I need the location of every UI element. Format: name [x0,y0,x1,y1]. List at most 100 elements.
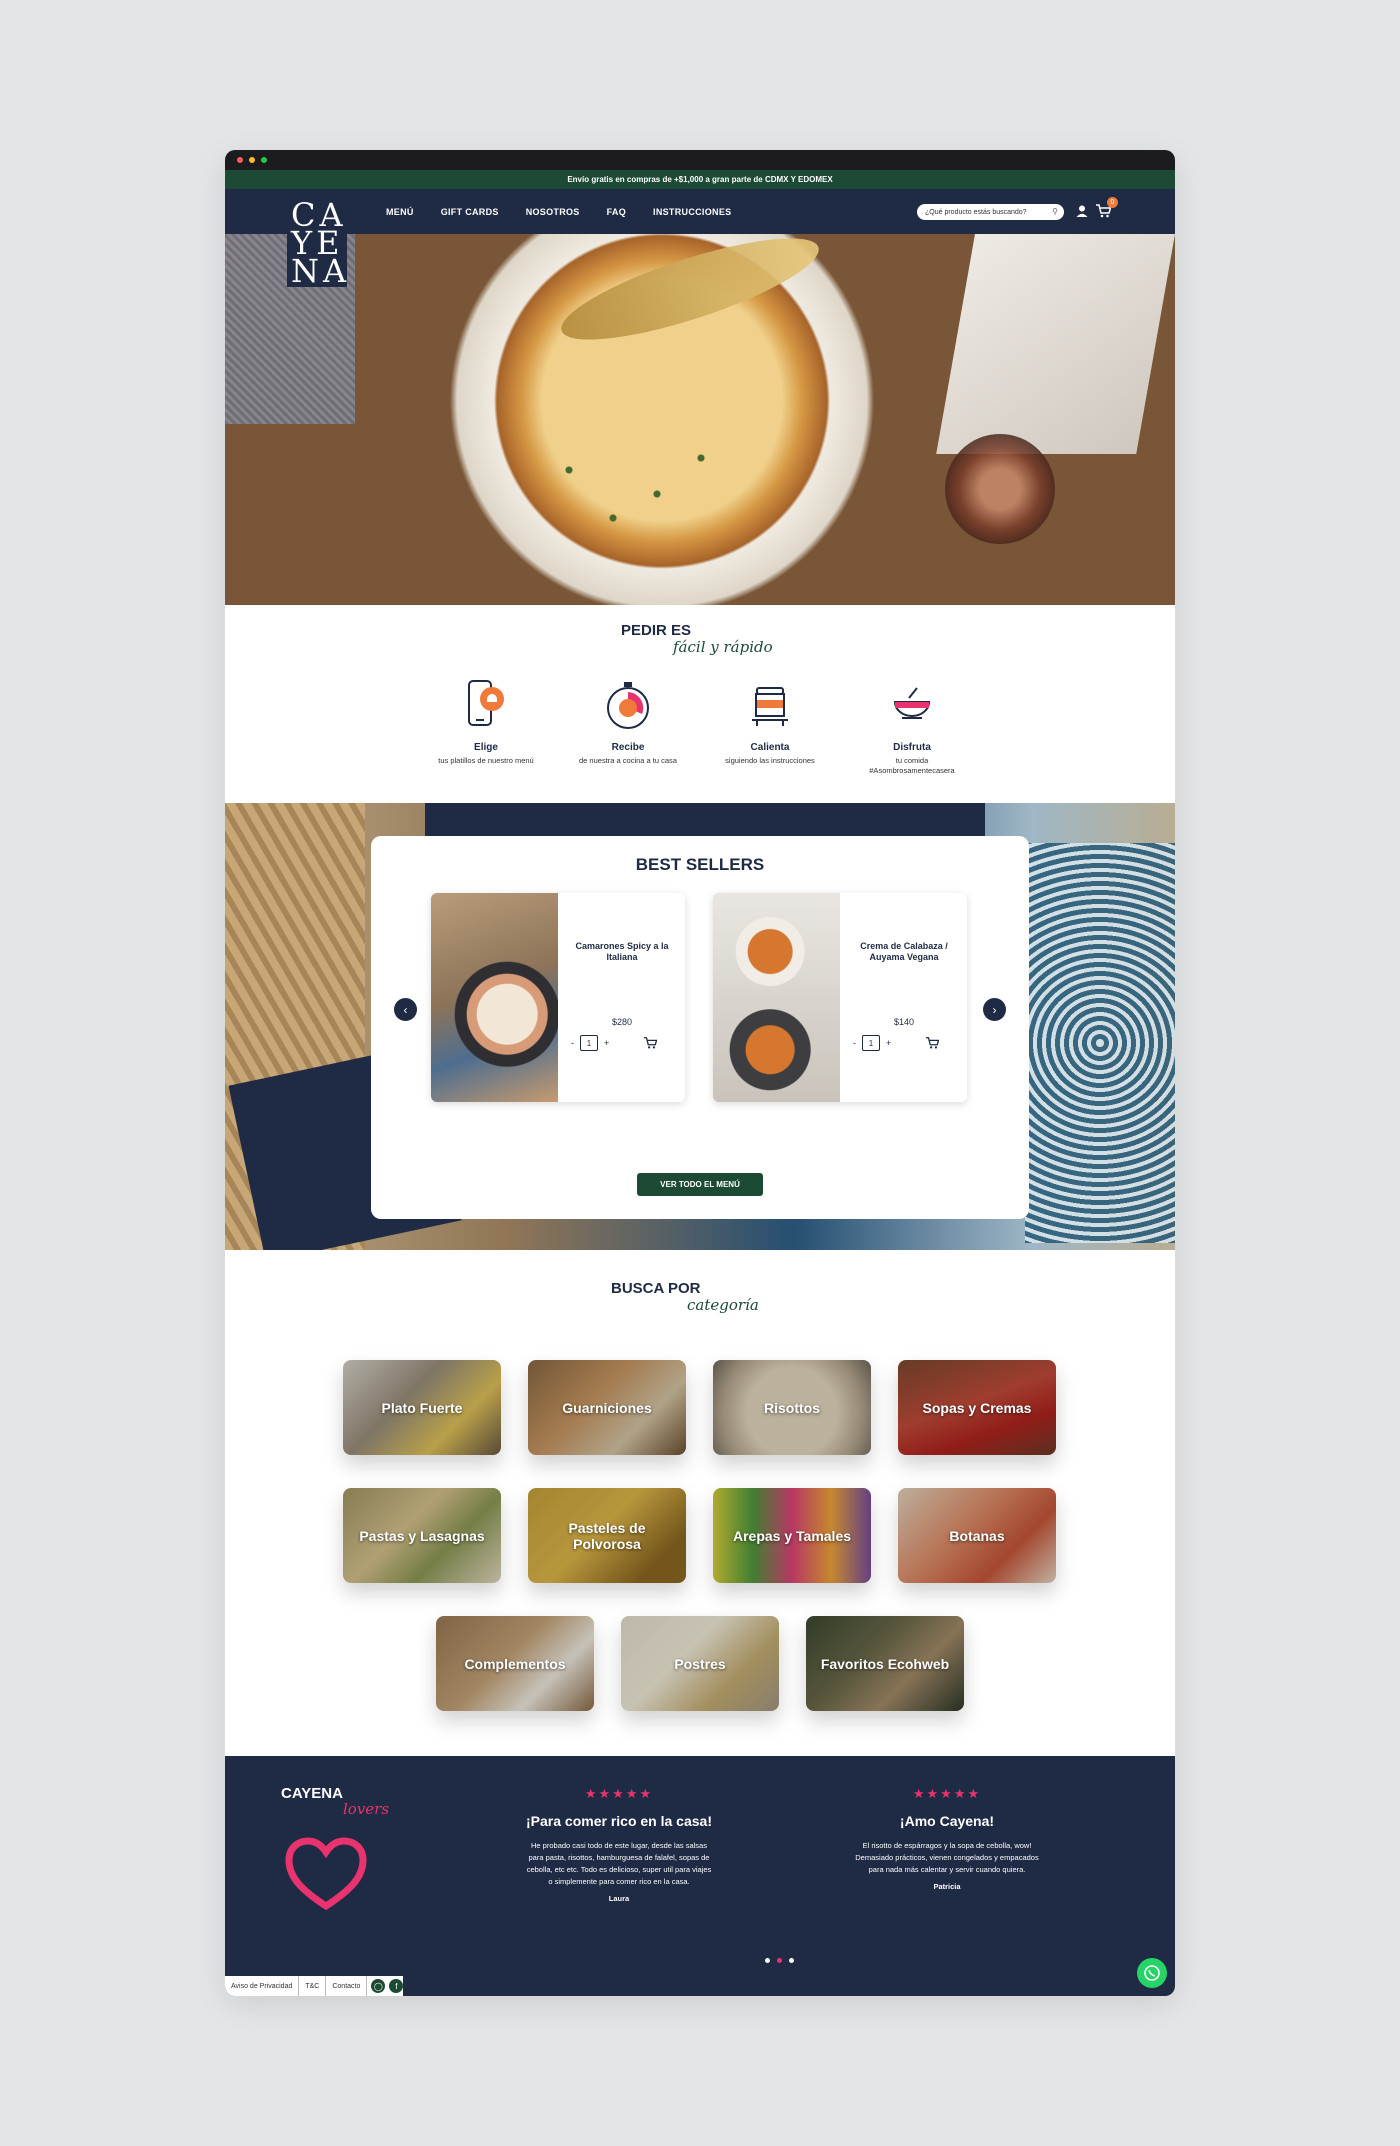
category-tile[interactable]: Postres [621,1616,779,1711]
best-sellers-section: BEST SELLERS ‹ › Camarones Spicy a la It… [225,803,1175,1250]
review-author: Laura [608,1894,630,1903]
step-elige: Elige tus platillos de nuestro menú [431,678,541,766]
product-card[interactable]: Crema de Calabaza / Auyama Vegana $140 -… [713,893,967,1102]
product-image[interactable] [431,893,558,1102]
product-name[interactable]: Crema de Calabaza / Auyama Vegana [844,941,964,963]
category-label: Pasteles de Polvorosa [528,1488,686,1583]
product-price: $140 [893,1017,915,1027]
category-label: Postres [621,1616,779,1711]
category-tile[interactable]: Sopas y Cremas [898,1360,1056,1455]
carousel-next-button[interactable]: › [983,998,1006,1021]
logo-line: NA [291,252,351,290]
product-card[interactable]: Camarones Spicy a la Italiana $280 - 1 + [431,893,685,1102]
footer-link-contact[interactable]: Contacto [326,1976,368,1996]
review-card: ★★★★★ ¡Amo Cayena! El risotto de espárra… [852,1786,1042,1891]
view-menu-button[interactable]: VER TODO EL MENÚ [637,1173,763,1196]
carousel-dot[interactable] [789,1958,794,1963]
category-label: Pastas y Lasagnas [343,1488,501,1583]
best-sellers-title: BEST SELLERS [635,855,765,874]
quantity-stepper: - 1 + [571,1035,609,1051]
maximize-dot[interactable] [261,157,267,163]
search-input[interactable]: ¿Qué producto estás buscando? ⚲ [917,204,1064,220]
category-tile[interactable]: Favoritos Ecohweb [806,1616,964,1711]
category-label: Complementos [436,1616,594,1711]
cart-count-badge: 0 [1107,197,1118,208]
add-to-cart-icon[interactable] [643,1036,657,1050]
category-tile[interactable]: Pastas y Lasagnas [343,1488,501,1583]
review-author: Patricia [933,1882,961,1891]
order-script: fácil y rápido [673,638,773,656]
search-placeholder: ¿Qué producto estás buscando? [925,208,1027,216]
close-dot[interactable] [237,157,243,163]
product-price: $280 [611,1017,633,1027]
facebook-icon[interactable]: f [389,1979,404,1993]
hero-spoon [552,234,828,360]
review-card: ★★★★★ ¡Para comer rico en la casa! He pr… [524,1786,714,1903]
carousel-dot[interactable] [777,1958,782,1963]
category-label: Plato Fuerte [343,1360,501,1455]
category-tile[interactable]: Plato Fuerte [343,1360,501,1455]
category-tile[interactable]: Guarniciones [528,1360,686,1455]
category-label: Arepas y Tamales [713,1488,871,1583]
review-stars: ★★★★★ [912,1786,982,1801]
qty-minus-button[interactable]: - [853,1038,856,1048]
search-icon[interactable]: ⚲ [1052,207,1058,216]
review-title: ¡Amo Cayena! [899,1813,995,1829]
product-name[interactable]: Camarones Spicy a la Italiana [562,941,682,963]
category-tile[interactable]: Pasteles de Polvorosa [528,1488,686,1583]
best-sellers-card: BEST SELLERS ‹ › Camarones Spicy a la It… [371,836,1029,1219]
main-menu: MENÚ GIFT CARDS NOSOTROS FAQ INSTRUCCION… [386,189,731,234]
order-steps: Elige tus platillos de nuestro menú Reci… [225,678,1175,798]
pot-icon [752,687,788,726]
step-desc: tus platillos de nuestro menú [438,756,534,765]
category-tile[interactable]: Arepas y Tamales [713,1488,871,1583]
qty-minus-button[interactable]: - [571,1038,574,1048]
nav-faq[interactable]: FAQ [607,207,626,217]
category-tile[interactable]: Complementos [436,1616,594,1711]
hero-glass [945,434,1055,544]
categories-title: BUSCA POR [611,1280,701,1297]
whatsapp-glyph-icon [1144,1965,1160,1981]
nav-gift-cards[interactable]: GIFT CARDS [441,207,499,217]
lovers-script: lovers [343,1800,390,1818]
qty-input[interactable]: 1 [862,1035,880,1051]
step-calienta: Calienta siguiendo las instrucciones [715,678,825,766]
carousel-prev-button[interactable]: ‹ [394,998,417,1021]
category-tile[interactable]: Botanas [898,1488,1056,1583]
heart-icon [285,1837,367,1911]
carousel-dot[interactable] [765,1958,770,1963]
product-image[interactable] [713,893,840,1102]
review-body: He probado casi todo de este lugar, desd… [526,1841,712,1886]
footer-link-terms[interactable]: T&C [299,1976,327,1996]
nav-instrucciones[interactable]: INSTRUCCIONES [653,207,731,217]
step-disfruta: Disfruta tu comida #Asombrosamentecasera [857,678,967,776]
footer-link-privacy[interactable]: Aviso de Privacidad [225,1976,300,1996]
step-title: Calienta [750,742,790,753]
step-title: Elige [474,742,498,753]
phone-icon [468,680,504,726]
nav-nosotros[interactable]: NOSOTROS [526,207,580,217]
hero-napkin [936,234,1175,454]
announcement-bar: Envío gratis en compras de +$1,000 a gra… [225,170,1175,189]
category-label: Guarniciones [528,1360,686,1455]
category-label: Sopas y Cremas [898,1360,1056,1455]
qty-plus-button[interactable]: + [604,1038,609,1048]
testimonials-section: CAYENA lovers ★★★★★ ¡Para comer rico en … [225,1756,1175,1996]
order-title: PEDIR ES [621,622,692,639]
whatsapp-icon[interactable] [1137,1958,1167,1988]
qty-input[interactable]: 1 [580,1035,598,1051]
add-to-cart-icon[interactable] [925,1036,939,1050]
minimize-dot[interactable] [249,157,255,163]
category-tile[interactable]: Risottos [713,1360,871,1455]
category-label: Botanas [898,1488,1056,1583]
cayena-logo[interactable]: CA YE NA [287,197,347,287]
step-recibe: Recibe de nuestra a cocina a tu casa [573,678,683,766]
nav-menu[interactable]: MENÚ [386,207,414,217]
browser-window: Envío gratis en compras de +$1,000 a gra… [225,150,1175,1996]
user-icon[interactable] [1075,204,1089,218]
stopwatch-icon [607,682,649,729]
review-stars: ★★★★★ [584,1786,654,1801]
instagram-icon[interactable]: ◯ [371,1979,386,1993]
window-chrome [225,150,1175,170]
qty-plus-button[interactable]: + [886,1038,891,1048]
